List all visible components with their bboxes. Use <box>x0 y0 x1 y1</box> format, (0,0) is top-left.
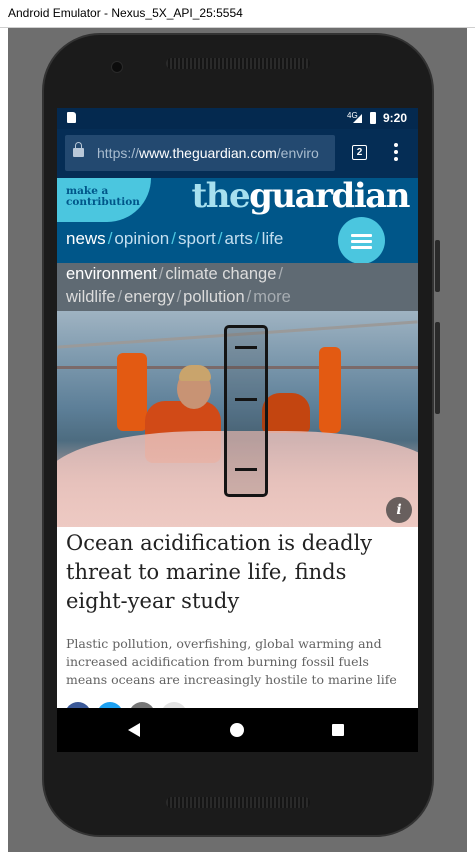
tabs-icon[interactable]: 2 <box>352 145 367 160</box>
volume-button[interactable] <box>435 322 440 414</box>
subnav-pollution[interactable]: pollution <box>183 288 244 306</box>
window-frame-right <box>467 28 475 858</box>
recents-icon[interactable] <box>332 724 344 736</box>
emulator-title-bar[interactable]: Android Emulator - Nexus_5X_API_25:5554 <box>0 0 475 28</box>
status-time: 9:20 <box>383 111 408 125</box>
pillar-nav: news / opinion / sport / arts / life <box>66 229 284 248</box>
bottom-speaker <box>166 797 310 808</box>
guardian-logo[interactable]: theguardian <box>191 176 411 216</box>
url-path: /enviro <box>276 145 319 161</box>
url-field[interactable]: https://www.theguardian.com/enviro <box>65 135 335 171</box>
subnav-row-1: environment / climate change / <box>66 265 283 283</box>
pillar-arts[interactable]: arts <box>225 229 253 248</box>
pillar-sport[interactable]: sport <box>178 229 216 248</box>
logo-the: the <box>191 176 251 216</box>
subnav-row-2: wildlife / energy / pollution / more <box>66 288 291 306</box>
home-icon[interactable] <box>230 723 244 737</box>
article-standfirst: Plastic pollution, overfishing, global w… <box>66 636 397 687</box>
window-frame-bottom <box>0 852 475 858</box>
site-header: make a contribution theguardian news / opi… <box>57 176 418 264</box>
window-title: Android Emulator - Nexus_5X_API_25:5554 <box>8 6 243 20</box>
make-contribution-button[interactable]: make a contribution <box>57 178 151 222</box>
pillar-life[interactable]: life <box>262 229 284 248</box>
subnav-more[interactable]: more <box>253 288 291 306</box>
front-camera <box>111 61 123 73</box>
info-icon[interactable]: i <box>386 497 412 523</box>
browser-toolbar: https://www.theguardian.com/enviro 2 <box>57 129 418 178</box>
section-subnav: environment / climate change / wildlife / ene… <box>57 263 418 311</box>
article-headline: Ocean acidification is deadly threat to … <box>66 531 373 613</box>
url-text[interactable]: https://www.theguardian.com/enviro <box>97 145 319 161</box>
subnav-energy[interactable]: energy <box>124 288 174 306</box>
logo-guardian: guardian <box>249 176 410 216</box>
article-hero-image[interactable]: i <box>57 311 418 527</box>
subnav-environment[interactable]: environment <box>66 265 157 283</box>
lock-icon <box>73 142 84 157</box>
phone-screen: 4G 9:20 https://www.theguardian.com/envi… <box>57 108 418 752</box>
status-bar: 4G 9:20 <box>57 108 418 129</box>
subnav-wildlife[interactable]: wildlife <box>66 288 116 306</box>
power-button[interactable] <box>435 240 440 292</box>
pillar-opinion[interactable]: opinion <box>114 229 169 248</box>
menu-dots-icon[interactable] <box>394 143 398 164</box>
android-nav-bar <box>57 708 418 752</box>
contribution-line-2: contribution <box>66 196 140 208</box>
subnav-climate-change[interactable]: climate change <box>165 265 276 283</box>
top-speaker <box>166 58 310 69</box>
battery-icon <box>370 112 376 124</box>
hamburger-menu-icon[interactable] <box>338 217 385 264</box>
signal-icon <box>353 114 362 123</box>
pillar-news[interactable]: news <box>66 229 106 248</box>
window-frame-left <box>0 28 8 858</box>
url-domain: www.theguardian.com <box>139 145 277 161</box>
url-prefix: https:// <box>97 145 140 161</box>
sd-card-icon <box>67 112 76 123</box>
back-icon[interactable] <box>128 723 140 737</box>
